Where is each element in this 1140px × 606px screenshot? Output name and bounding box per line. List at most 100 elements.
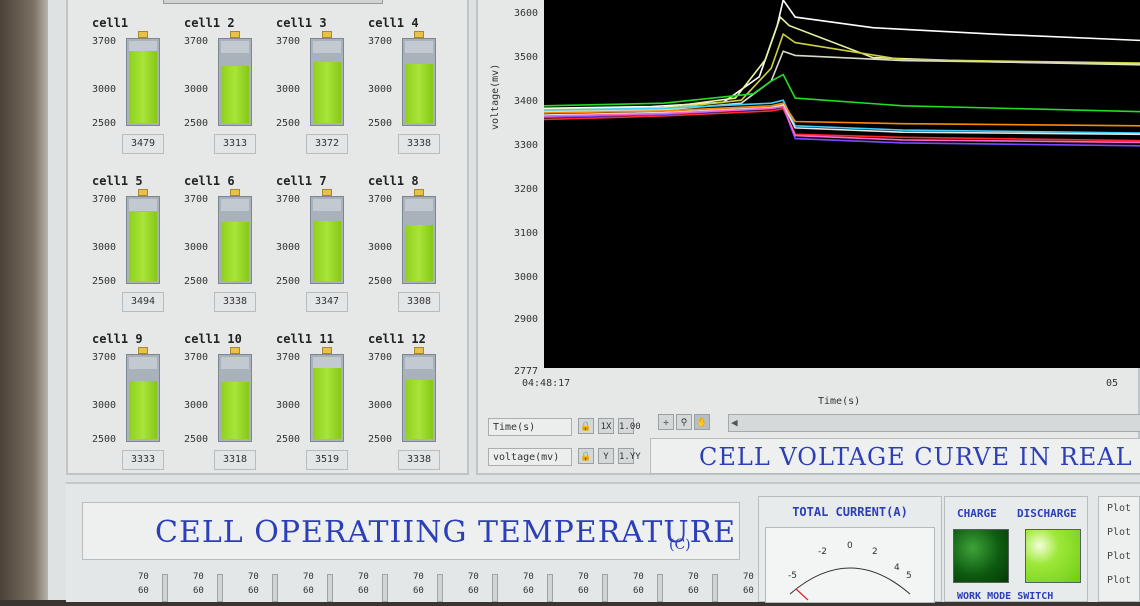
temp-tick-bottom: 60	[193, 586, 204, 596]
temp-tick-top: 70	[743, 572, 754, 582]
y-tick: 3400	[514, 96, 539, 107]
temp-bar	[272, 574, 278, 602]
battery-terminal	[230, 31, 240, 38]
temperature-gauge: 70 60	[566, 570, 608, 602]
current-meter: -5 -2 0 2 5 4	[765, 527, 935, 603]
chart-title-box: CELL VOLTAGE CURVE IN REAL TIME	[650, 438, 1140, 474]
plot-legend-item[interactable]: Plot	[1107, 575, 1131, 586]
cell-scale-top: 3700	[368, 36, 393, 47]
format-x-button[interactable]: 1.00	[618, 418, 641, 434]
battery-empty-area	[221, 41, 249, 53]
cell-voltage-value: 3338	[398, 134, 440, 154]
chart-title: CELL VOLTAGE CURVE IN REAL TIME	[699, 443, 1140, 471]
temp-tick-bottom: 60	[303, 586, 314, 596]
cell-widget: cell1 10 3700 3000 2500 3318	[170, 316, 262, 470]
meter-tick-neg2: -2	[818, 547, 827, 557]
battery-level	[313, 221, 341, 281]
battery-icon	[218, 354, 252, 442]
battery-terminal	[230, 347, 240, 354]
battery-terminal	[414, 347, 424, 354]
scroll-left-icon[interactable]: ◀	[731, 416, 738, 429]
charge-indicator[interactable]	[953, 529, 1009, 583]
temp-tick-bottom: 60	[413, 586, 424, 596]
zoom-icon[interactable]: ⚲	[676, 414, 692, 430]
battery-empty-area	[221, 357, 249, 369]
cell-scale-mid: 3000	[92, 400, 117, 411]
battery-level	[129, 212, 157, 281]
temp-tick-bottom: 60	[248, 586, 259, 596]
x-axis-label: Time(s)	[818, 396, 861, 407]
scale-y-button[interactable]: Y	[598, 448, 614, 464]
temp-tick-bottom: 60	[578, 586, 589, 596]
battery-terminal	[138, 31, 148, 38]
total-current-panel: TOTAL CURRENT(A) -5 -2 0 2 5 4	[758, 496, 942, 603]
temp-tick-bottom: 60	[468, 586, 479, 596]
plot-legend-item[interactable]: Plot	[1107, 527, 1131, 538]
y-tick: 3500	[514, 52, 539, 63]
screen: cell1 3700 3000 2500 3479 cell1 2 3700 3000 2500…	[48, 0, 1140, 603]
temp-tick-bottom: 60	[633, 586, 644, 596]
temp-bar	[437, 574, 443, 602]
temperature-unit: (C)	[669, 537, 691, 553]
crosshair-icon[interactable]: ✛	[658, 414, 674, 430]
voltage-plot	[543, 0, 1140, 368]
battery-level	[221, 222, 249, 281]
battery-terminal	[414, 189, 424, 196]
battery-icon	[126, 196, 160, 284]
lock-icon[interactable]: 🔒	[578, 418, 594, 434]
cell-voltage-value: 3338	[214, 292, 256, 312]
cell-scale-bottom: 2500	[276, 434, 301, 445]
cell-scale-top: 3700	[92, 352, 117, 363]
chart-scrollbar[interactable]: ◀	[728, 414, 1140, 432]
cell-voltage-value: 3372	[306, 134, 348, 154]
battery-empty-area	[129, 357, 157, 369]
pan-hand-icon[interactable]: ✋	[694, 414, 710, 430]
temperature-gauge: 70 60	[236, 570, 278, 602]
battery-empty-area	[313, 199, 341, 211]
cell-scale-mid: 3000	[368, 84, 393, 95]
cell-voltage-value: 3347	[306, 292, 348, 312]
plot-legend-item[interactable]: Plot	[1107, 503, 1131, 514]
battery-level	[313, 62, 341, 123]
lock-y-icon[interactable]: 🔒	[578, 448, 594, 464]
cell-scale-mid: 3000	[184, 84, 209, 95]
scale-x-button[interactable]: 1X	[598, 418, 614, 434]
scale-legend-voltage[interactable]: voltage(mv)	[488, 448, 572, 466]
battery-icon	[310, 38, 344, 126]
scale-legend-time[interactable]: Time(s)	[488, 418, 572, 436]
temp-tick-bottom: 60	[743, 586, 754, 596]
temp-bar	[327, 574, 333, 602]
current-meter-dial: -5 -2 0 2 5 4	[788, 541, 912, 601]
y-tick: 3600	[514, 8, 539, 19]
temp-bar	[602, 574, 608, 602]
temp-bar	[657, 574, 663, 602]
temperature-gauge: 70 60	[126, 570, 168, 602]
temp-tick-top: 70	[303, 572, 314, 582]
x-axis-end-tick: 05	[1106, 378, 1119, 389]
cell-widget: cell1 3700 3000 2500 3479	[78, 0, 170, 154]
y-tick: 3100	[514, 228, 539, 239]
temperature-gauge: 70 60	[291, 570, 333, 602]
meter-tick-0: 0	[847, 541, 853, 551]
cell-scale-top: 3700	[276, 352, 301, 363]
temperature-gauge: 70 60	[621, 570, 663, 602]
temp-tick-top: 70	[688, 572, 699, 582]
battery-empty-area	[129, 199, 157, 211]
discharge-label: DISCHARGE	[1017, 507, 1077, 520]
work-mode-switch-label: WORK MODE SWITCH	[957, 591, 1054, 602]
format-y-button[interactable]: 1.YY	[618, 448, 641, 464]
x-axis-start-tick: 04:48:17	[522, 378, 571, 389]
cell-scale-mid: 3000	[276, 400, 301, 411]
y-tick: 2777	[514, 366, 539, 377]
cell-scale-top: 3700	[368, 352, 393, 363]
plot-legend-item[interactable]: Plot	[1107, 551, 1131, 562]
cell-voltage-value: 3313	[214, 134, 256, 154]
discharge-indicator[interactable]	[1025, 529, 1081, 583]
cell-scale-bottom: 2500	[92, 118, 117, 129]
temperature-banner: CELL OPERATIING TEMPERATURE (C)	[82, 502, 740, 560]
cell-voltage-value: 3308	[398, 292, 440, 312]
temp-tick-top: 70	[578, 572, 589, 582]
battery-icon	[402, 354, 436, 442]
monitor-bezel	[0, 0, 48, 600]
cell-scale-mid: 3000	[92, 242, 117, 253]
